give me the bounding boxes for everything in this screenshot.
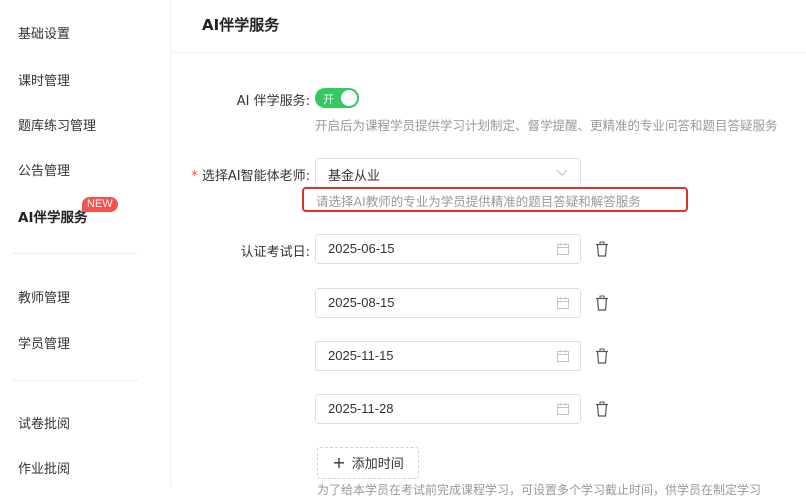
bottom-note: 为了给本学员在考试前完成课程学习，可设置多个学习截止时间，供学员在制定学习 [317, 483, 762, 497]
sidebar-item-teacher-management[interactable]: 教师管理 [18, 287, 70, 306]
new-badge: NEW [82, 197, 118, 212]
trash-icon[interactable] [595, 348, 609, 364]
date-value: 2025-06-15 [328, 241, 395, 256]
date-value: 2025-11-15 [328, 348, 394, 363]
exam-date-input[interactable]: 2025-08-15 [315, 288, 581, 318]
chevron-down-icon [556, 169, 568, 176]
trash-icon[interactable] [595, 241, 609, 257]
calendar-icon [557, 297, 569, 309]
service-label: AI 伴学服务: [236, 94, 310, 109]
sidebar-item-student-management[interactable]: 学员管理 [18, 333, 70, 352]
sidebar-item-ai-companion[interactable]: AI伴学服务 [18, 206, 87, 226]
page-title: AI伴学服务 [202, 16, 280, 34]
sidebar-item-basic-settings[interactable]: 基础设置 [18, 23, 70, 42]
date-value: 2025-08-15 [328, 295, 395, 310]
sidebar-item-exam-review[interactable]: 试卷批阅 [18, 413, 70, 432]
calendar-icon [557, 403, 569, 415]
calendar-icon [557, 350, 569, 362]
toggle-text: 开 [323, 93, 334, 106]
service-hint: 开启后为课程学员提供学习计划制定、督学提醒、更精准的专业问答和题目答疑服务 [315, 118, 778, 133]
add-time-label: 添加时间 [351, 457, 404, 472]
teacher-hint: 请选择AI教师的专业为学员提供精准的题目答疑和解答服务 [316, 194, 641, 209]
sidebar-item-homework-review[interactable]: 作业批阅 [18, 458, 70, 477]
sidebar-item-announcements[interactable]: 公告管理 [18, 160, 70, 179]
teacher-label: * 选择AI智能体老师: [191, 165, 310, 184]
exam-date-input[interactable]: 2025-11-15 [315, 341, 581, 371]
sidebar-item-question-bank[interactable]: 题库练习管理 [18, 115, 96, 134]
toggle-knob [341, 90, 357, 106]
sidebar-divider [12, 380, 138, 381]
exam-date-label: 认证考试日: [240, 245, 310, 260]
teacher-select[interactable]: 基金从业 [315, 158, 581, 188]
trash-icon[interactable] [595, 295, 609, 311]
plus-icon: + [332, 453, 346, 472]
calendar-icon [557, 243, 569, 255]
add-time-button[interactable]: + 添加时间 [317, 447, 419, 479]
required-mark: * [191, 169, 198, 184]
exam-date-input[interactable]: 2025-06-15 [315, 234, 581, 264]
sidebar-divider [12, 253, 138, 254]
date-value: 2025-11-28 [328, 401, 394, 416]
service-toggle[interactable]: 开 [315, 88, 359, 108]
trash-icon[interactable] [595, 401, 609, 417]
exam-date-input[interactable]: 2025-11-28 [315, 394, 581, 424]
header-divider [171, 52, 806, 53]
teacher-label-text: 选择AI智能体老师: [201, 169, 310, 184]
teacher-select-value: 基金从业 [328, 169, 381, 184]
sidebar-item-lesson-management[interactable]: 课时管理 [18, 70, 70, 89]
sidebar: 基础设置 课时管理 题库练习管理 公告管理 AI伴学服务 NEW 教师管理 学员… [0, 0, 171, 487]
